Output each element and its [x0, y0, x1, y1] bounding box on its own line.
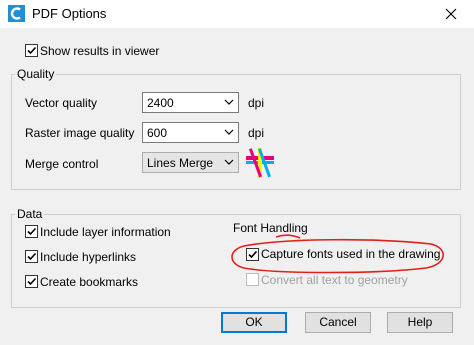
show-results-label[interactable]: Show results in viewer	[40, 44, 159, 58]
merge-control-value: Lines Merge	[147, 156, 214, 170]
data-group-title: Data	[15, 207, 45, 221]
include-layer-label[interactable]: Include layer information	[40, 225, 171, 239]
window-title: PDF Options	[32, 6, 107, 21]
cancel-button[interactable]: Cancel	[305, 312, 371, 333]
raster-quality-select[interactable]: 600	[142, 122, 239, 143]
vector-quality-unit: dpi	[248, 96, 265, 110]
include-hyperlinks-checkbox[interactable]	[25, 250, 38, 263]
include-layer-checkbox[interactable]	[25, 225, 38, 238]
chevron-down-icon	[224, 159, 234, 165]
vector-quality-select[interactable]: 2400	[142, 92, 239, 113]
raster-quality-label: Raster image quality	[25, 126, 135, 140]
include-hyperlinks-label[interactable]: Include hyperlinks	[40, 250, 136, 264]
create-bookmarks-checkbox[interactable]	[25, 275, 38, 288]
ok-button[interactable]: OK	[221, 312, 287, 333]
autocad-c-icon	[8, 5, 25, 22]
raster-quality-unit: dpi	[248, 126, 265, 140]
merge-control-label: Merge control	[25, 157, 99, 171]
lines-merge-icon	[246, 148, 274, 178]
title-bar: PDF Options	[0, 0, 474, 28]
create-bookmarks-label[interactable]: Create bookmarks	[40, 275, 138, 289]
chevron-down-icon	[224, 129, 234, 135]
vector-quality-label: Vector quality	[25, 96, 98, 110]
quality-group-title: Quality	[15, 67, 57, 81]
chevron-down-icon	[224, 99, 234, 105]
raster-quality-value: 600	[147, 126, 168, 140]
close-icon[interactable]	[440, 3, 462, 25]
vector-quality-value: 2400	[147, 96, 174, 110]
highlight-circle-annotation	[231, 234, 444, 274]
show-results-checkbox[interactable]	[25, 44, 38, 57]
merge-control-select[interactable]: Lines Merge	[142, 152, 239, 173]
help-button[interactable]: Help	[387, 312, 453, 333]
